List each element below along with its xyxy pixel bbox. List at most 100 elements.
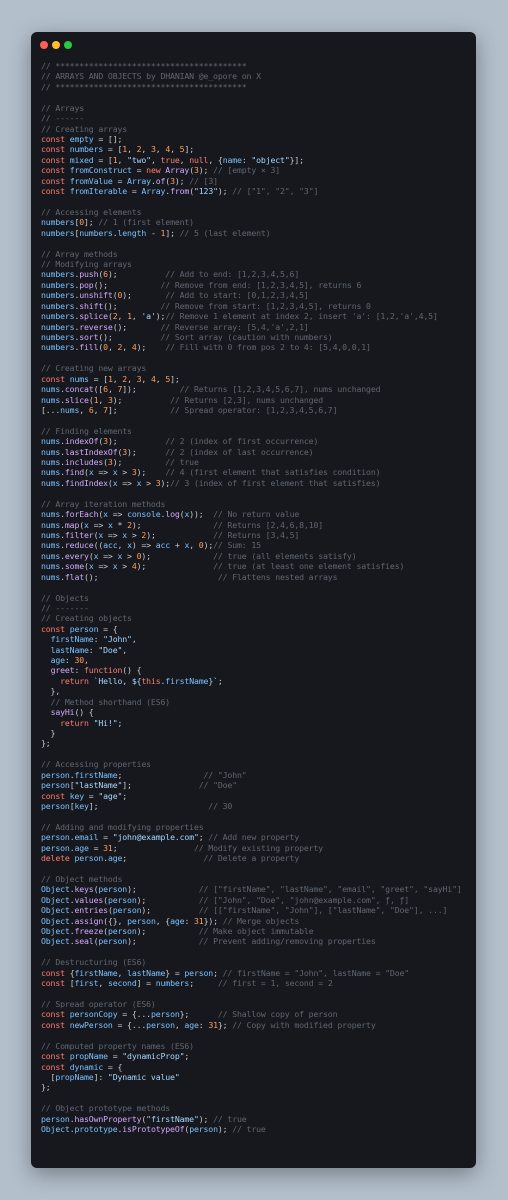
code-token: // Spread operator (ES6) [41,998,156,1009]
code-line: // ------- [41,603,472,613]
code-line: nums.flat(); // Flattens nested arrays [41,572,472,582]
code-token: // Modify existing property [193,842,324,853]
code-token: person [189,1124,218,1135]
code-token: = [112,175,128,186]
code-token: // Creating objects [41,613,132,624]
code-token: person [41,1113,70,1124]
code-token: numbers [41,321,75,332]
code-token: // Remove from end: [1,2,3,4,5], returns… [160,279,362,290]
code-line: const mixed = [1, "two", true, null, {na… [41,155,472,165]
code-token: // Arrays [41,102,85,113]
code-line: }, [41,686,472,696]
code-token: ; [213,967,223,978]
code-token: => [107,509,128,520]
code-token: ; [189,978,218,989]
code-token: , [155,144,166,155]
code-token: ); [107,436,166,447]
code-token: }]; [289,154,304,165]
code-line: // Computed property names (ES6) [41,1041,472,1051]
code-token: // Destructuring (ES6) [41,957,147,968]
code-line: const newPerson = {...person, age: 31}; … [41,1020,472,1030]
code-token: // Method shorthand (ES6) [50,696,171,707]
code-line: nums.map(x => x * 2); // Returns [2,4,6,… [41,520,472,530]
maximize-window-dot[interactable] [64,41,72,49]
code-token: every [64,550,89,561]
code-line: const fromConstruct = new Array(3); // [… [41,165,472,175]
code-token: > [122,550,137,561]
code-token: splice [79,311,108,322]
code-token: , [117,154,128,165]
code-token: Object [41,884,70,895]
minimize-window-dot[interactable] [52,41,60,49]
code-token: fromValue [69,175,113,186]
code-token: ); [141,550,214,561]
code-token: numbers [41,217,75,228]
code-line: const key = "age"; [41,791,472,801]
code-token: "123" [193,186,218,197]
code-line: nums.some(x => x > 4); // true (at least… [41,561,472,571]
code-token: `Hello, ${ [93,675,142,686]
code-token: console [127,509,161,520]
code-token: , [155,373,166,384]
code-token: lastName [127,967,166,978]
code-token: , [170,144,180,155]
code-token: // Object methods [41,873,123,884]
code-token: from [170,186,190,197]
code-token: // Finding elements [41,425,132,436]
code-token: > [117,561,132,572]
code-token: } [41,728,56,738]
code-line: nums.find(x => x > 3); // 4 (first eleme… [41,467,472,477]
code-token: push [79,269,99,280]
code-line: nums.filter(x => x > 2); // Returns [3,4… [41,530,472,540]
code-token: person [127,915,156,926]
code-token: ); [217,1124,233,1135]
code-token: propName [69,1051,108,1062]
code-token: const [41,165,70,176]
code-token: person [146,1019,175,1030]
code-line: // *************************************… [41,82,472,92]
code-token: sayHi [50,707,75,718]
code-token: }; [179,1009,218,1020]
code-token: , [127,373,137,384]
code-token: > [117,467,132,478]
code-line: // Creating new arrays [41,363,472,373]
code-token: const [41,175,70,186]
code-token: () { [122,665,142,676]
code-token: const [41,623,70,634]
code-token: // Returns [1,2,3,4,5,6,7], nums unchang… [179,384,381,395]
code-token: // ["firstName", "lastName", "email", "g… [198,884,462,895]
code-token: first [74,978,99,989]
code-token: // Add to end: [1,2,3,4,5,6] [165,269,300,280]
code-token: ); [136,561,214,572]
code-token: , [127,144,137,155]
code-token: some [64,561,85,572]
code-token: // true (all elements satisfy) [213,550,357,561]
close-window-dot[interactable] [40,41,48,49]
code-line: // ARRAYS AND OBJECTS by DHANIAN @e_opor… [41,71,472,81]
code-token: }; [217,1019,233,1030]
code-token: ]); [122,384,180,395]
code-token: : [74,665,85,676]
code-token: person [112,905,142,916]
code-token: 'a' [141,311,156,322]
code-token: concat [64,384,94,395]
code-token: = { [98,623,118,634]
code-token: ]; [165,227,180,238]
code-line: person.firstName; // "John" [41,770,472,780]
code-token: // Returns [2,3], nums unchanged [170,394,324,405]
code-token: ); [160,477,171,488]
code-token: > [141,477,156,488]
code-token: // Array methods [41,248,118,259]
code-line: numbers.sort(); // Sort array (caution w… [41,332,472,342]
code-line: person[key]; // 30 [41,801,472,811]
code-line: // Adding and modifying properties [41,822,472,832]
code-token: "firstName" [146,1113,199,1124]
code-token: nums [41,384,61,395]
code-token: "John" [103,634,132,645]
code-token: => [88,519,108,530]
